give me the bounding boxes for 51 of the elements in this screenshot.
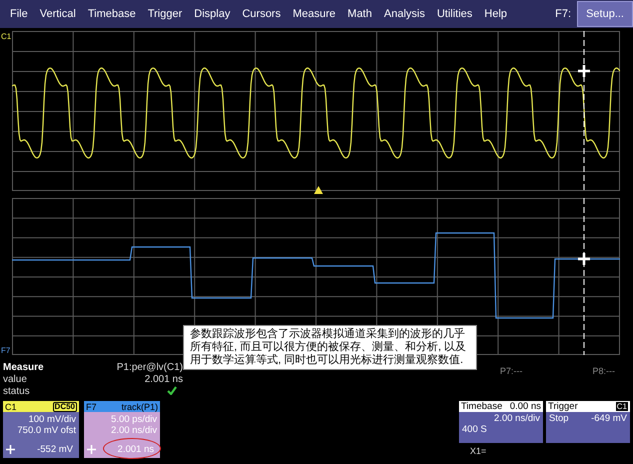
annotation-note: 参数跟踪波形包含了示波器模拟通道采集到的波形的几乎所有特征, 而且可以很方便的被保存、测量、和分析, 以及用于数学运算等式, 同时也可以用光标进行测量观察数值. (183, 325, 477, 370)
delay-value: 0.00 ns (510, 401, 541, 412)
channel-reading: 2.001 ns (116, 443, 155, 456)
menu-item[interactable]: Trigger (142, 8, 188, 20)
channel-label: F7 (1, 346, 10, 355)
setup-button[interactable]: Setup... (577, 1, 633, 27)
channel-header[interactable]: C1 DC50 (3, 401, 79, 412)
scale-text: 5.00 ps/div (111, 414, 157, 425)
channel-label: C1 (1, 32, 12, 41)
timebase-panel[interactable]: 2.00 ns/div 400 S (459, 412, 543, 443)
menu-item[interactable]: Vertical (34, 8, 82, 20)
menu-item[interactable]: File (4, 8, 34, 20)
coupling-tag: track(P1) (121, 402, 158, 412)
trigger-mode: Stop (549, 413, 569, 424)
sample-count: 400 S (462, 424, 488, 435)
cursor-readout: X1= (470, 446, 486, 456)
parameter-name: P1:per@lv(C1) (116, 362, 183, 374)
menu-item[interactable]: Utilities (430, 8, 478, 20)
source-tag: C1 (616, 402, 628, 411)
measure-title: Measure (3, 362, 45, 374)
scale-text: 2.00 ns/div (111, 425, 157, 436)
menu-item[interactable]: Cursors (236, 8, 287, 20)
scale-text: 100 mV/div (28, 414, 76, 425)
timebase-title: Timebase (461, 401, 502, 412)
trigger-title: Trigger (548, 401, 578, 412)
parameter-label: P7:--- (500, 366, 522, 376)
timebase-header[interactable]: Timebase 0.00 ns (459, 401, 543, 412)
crosshair-icon[interactable] (576, 64, 592, 78)
trigger-threshold: -649 mV (591, 413, 627, 424)
trigger-marker-icon (314, 186, 323, 194)
channel-name: F7 (86, 402, 97, 412)
trigger-panel[interactable]: Stop -649 mV (546, 412, 630, 443)
function-key-label: F7: (555, 8, 572, 20)
menu-item[interactable]: Measure (286, 8, 342, 20)
measured-value: 2.001 ns (144, 374, 183, 386)
value-label: value (3, 374, 28, 386)
trigger-header[interactable]: Trigger C1 (546, 401, 630, 412)
scale-text: 750.0 mV ofst (17, 425, 76, 436)
menu-item[interactable]: Math (342, 8, 378, 20)
parameter-label: P8:--- (592, 366, 615, 376)
channel-header[interactable]: F7 track(P1) (84, 401, 160, 412)
scale-text: 2.00 ns/div (493, 413, 540, 424)
channel-panel[interactable]: 100 mV/div 750.0 mV ofst -552 mV (3, 412, 79, 458)
menu-item[interactable]: Analysis (378, 8, 431, 20)
menu-item[interactable]: Display (188, 8, 236, 20)
status-label: status (3, 386, 31, 398)
menu-item[interactable]: Help (478, 8, 514, 20)
crosshair-icon[interactable] (576, 252, 592, 266)
menu-item[interactable]: Timebase (82, 8, 142, 20)
channel-reading: -552 mV (36, 443, 74, 456)
channel-name: C1 (5, 402, 17, 412)
